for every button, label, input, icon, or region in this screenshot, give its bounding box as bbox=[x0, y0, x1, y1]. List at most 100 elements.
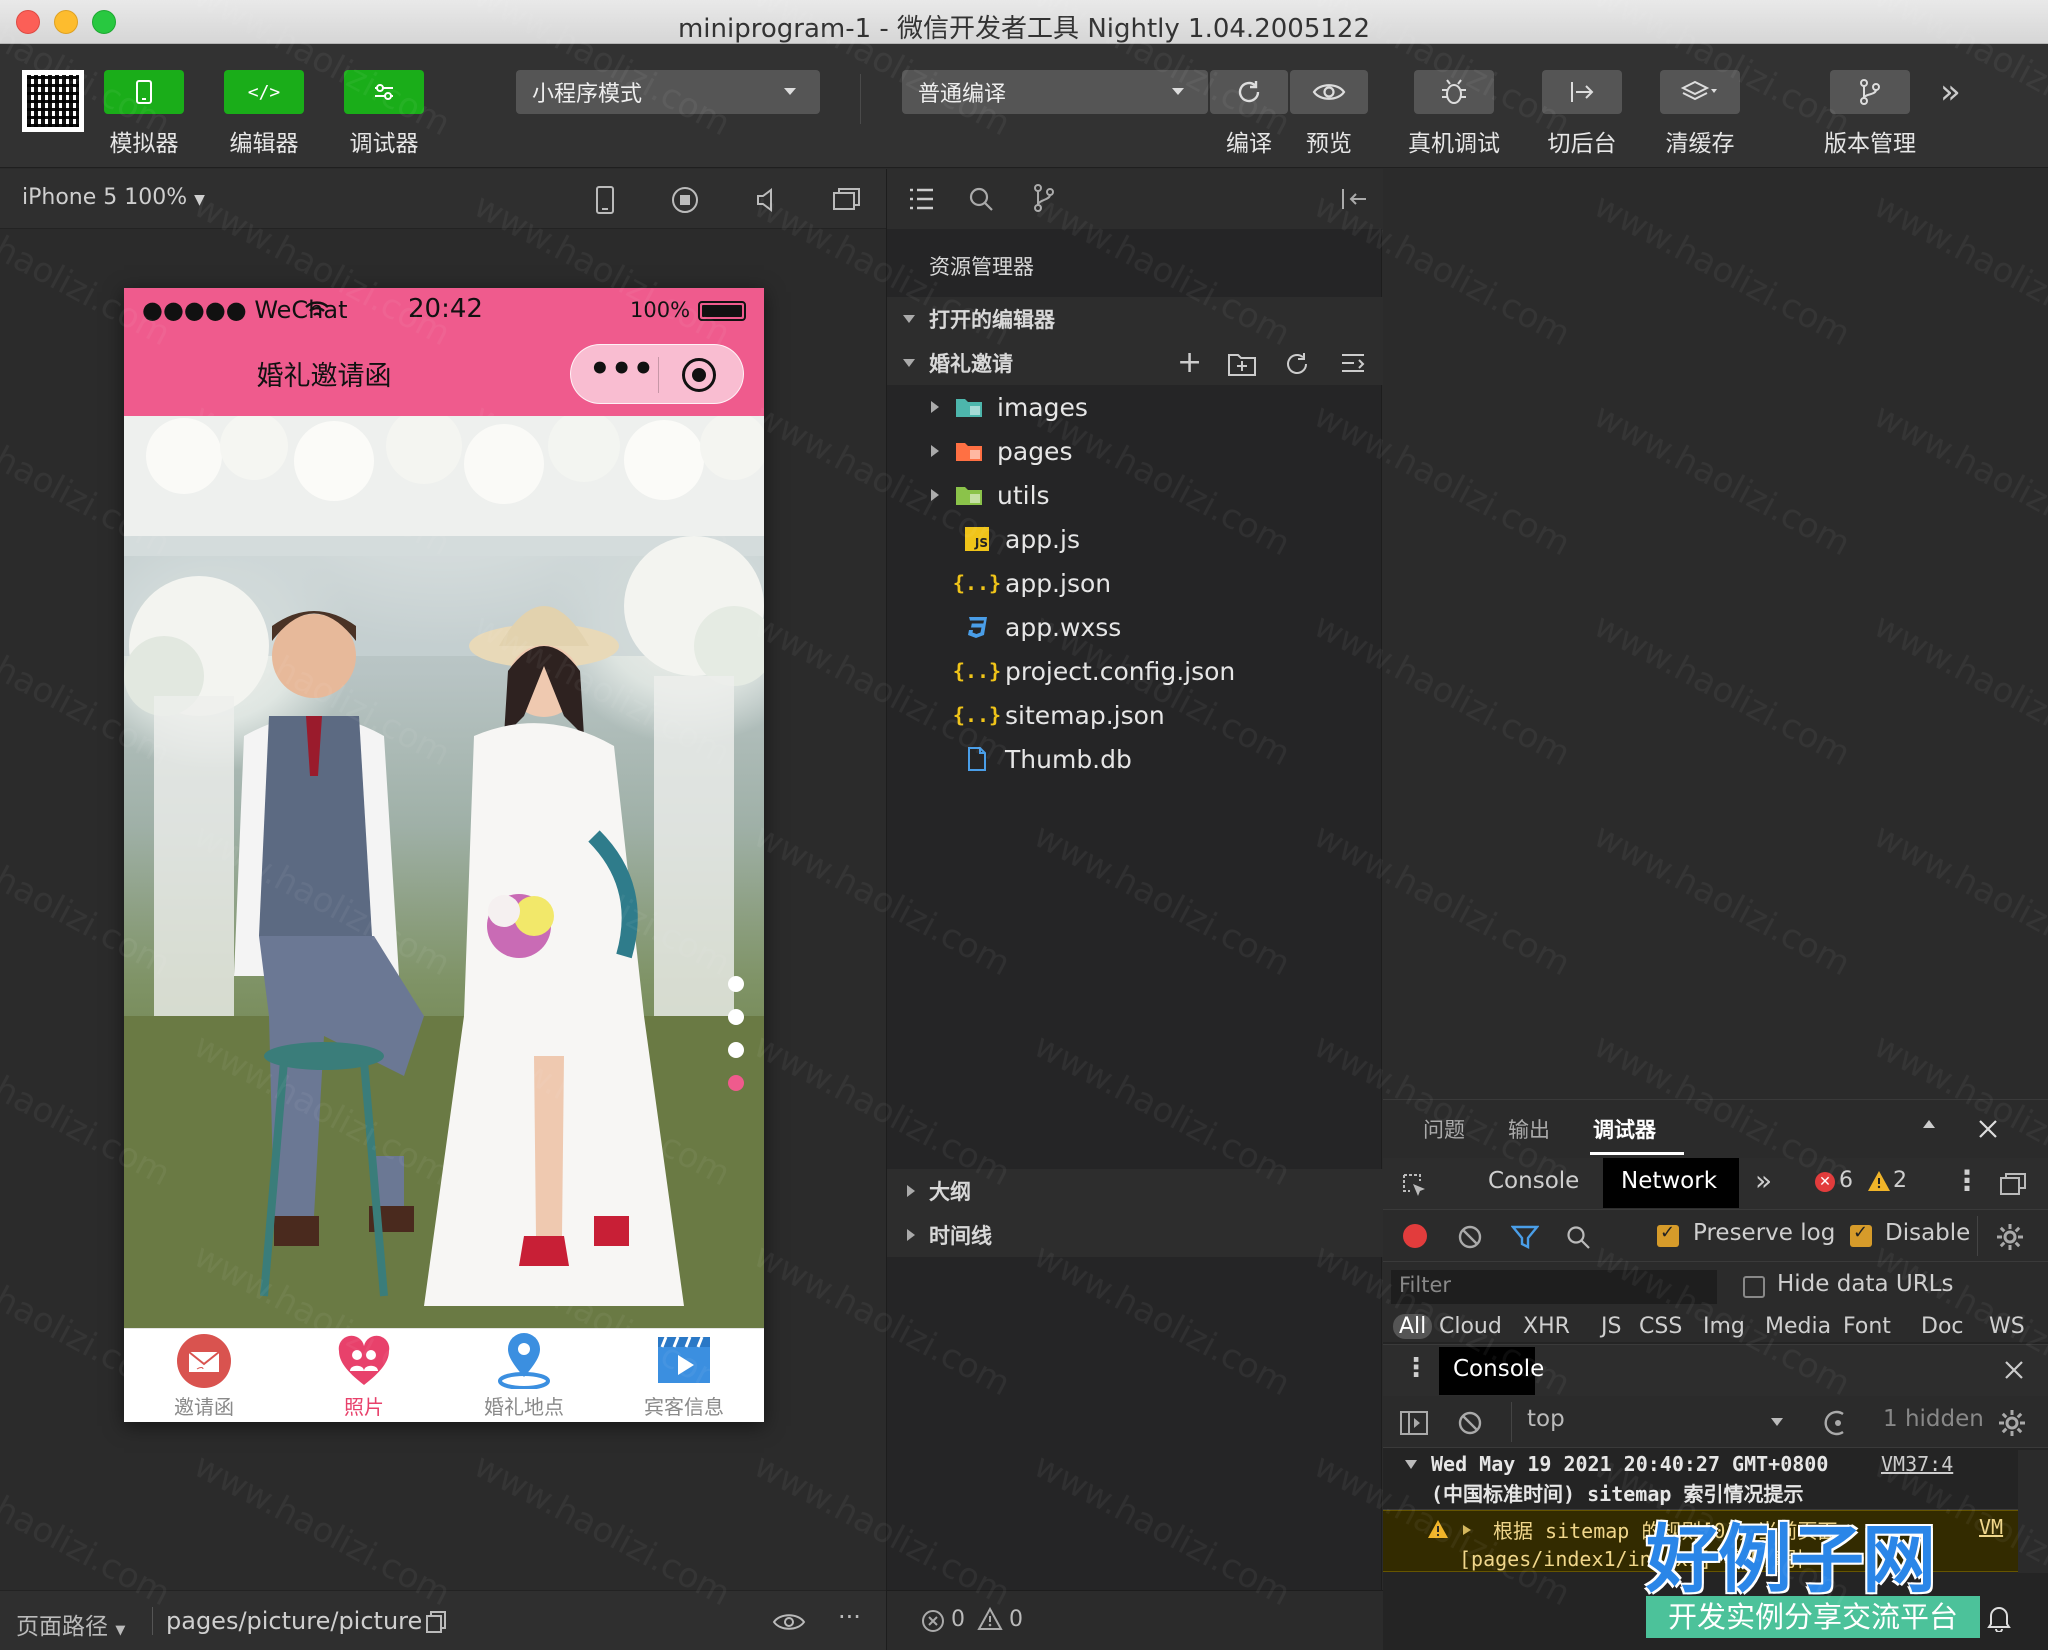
close-drawer-icon[interactable] bbox=[2003, 1359, 2025, 1381]
chevron-down-icon[interactable] bbox=[1771, 1418, 1783, 1426]
tree-file[interactable]: {..} app.json bbox=[887, 561, 1383, 605]
console-panel-tab[interactable]: Console bbox=[1488, 1168, 1579, 1194]
remote-debug-button[interactable] bbox=[1414, 70, 1494, 114]
clear-console-icon[interactable] bbox=[1457, 1410, 1483, 1436]
live-expression-icon[interactable] bbox=[1823, 1410, 1851, 1436]
avatar-qr-icon[interactable] bbox=[22, 70, 84, 132]
filter-funnel-icon[interactable] bbox=[1511, 1224, 1539, 1250]
type-filter-img[interactable]: Img bbox=[1703, 1314, 1745, 1339]
collapse-panel-icon[interactable] bbox=[1339, 185, 1369, 213]
console-drawer-tab[interactable]: Console bbox=[1439, 1347, 1544, 1395]
tree-file[interactable]: Thumb.db bbox=[887, 737, 1383, 781]
context-select[interactable]: top bbox=[1527, 1406, 1565, 1432]
version-control-button[interactable] bbox=[1830, 70, 1910, 114]
clear-cache-button[interactable] bbox=[1660, 70, 1740, 114]
kebab-menu-icon[interactable]: ⋮ bbox=[1953, 1164, 1981, 1197]
console-scrollbar[interactable] bbox=[2018, 1450, 2048, 1573]
tab-output[interactable]: 输出 bbox=[1508, 1114, 1550, 1144]
bell-icon[interactable] bbox=[1987, 1604, 2011, 1632]
hide-data-urls-checkbox[interactable] bbox=[1743, 1276, 1765, 1298]
expand-triangle-icon[interactable] bbox=[1405, 1460, 1417, 1469]
type-filter-cloud[interactable]: Cloud bbox=[1439, 1314, 1502, 1339]
tree-file[interactable]: JS app.js bbox=[887, 517, 1383, 561]
preview-button[interactable] bbox=[1290, 70, 1368, 114]
dock-window-icon[interactable] bbox=[1999, 1172, 2027, 1196]
type-filter-font[interactable]: Font bbox=[1843, 1314, 1891, 1339]
search-icon[interactable] bbox=[1565, 1224, 1591, 1250]
swiper-dot[interactable] bbox=[728, 1075, 744, 1091]
popout-window-icon[interactable] bbox=[830, 185, 862, 215]
tab-problems[interactable]: 问题 bbox=[1423, 1114, 1465, 1144]
swiper-dot[interactable] bbox=[728, 1042, 744, 1058]
debugger-toggle-button[interactable] bbox=[344, 70, 424, 114]
type-filter-js[interactable]: JS bbox=[1601, 1314, 1621, 1339]
drawer-menu-icon[interactable]: ⋮ bbox=[1403, 1353, 1429, 1383]
network-panel-tab[interactable]: Network bbox=[1603, 1158, 1739, 1208]
swiper-dot[interactable] bbox=[728, 1009, 744, 1025]
tab-location[interactable]: 婚礼地点 bbox=[444, 1329, 604, 1422]
error-circle-icon[interactable] bbox=[921, 1609, 945, 1633]
wedding-photo-swiper[interactable] bbox=[124, 416, 764, 1328]
tree-file[interactable]: app.wxss bbox=[887, 605, 1383, 649]
mode-select[interactable]: 小程序模式 bbox=[516, 70, 820, 114]
tree-folder[interactable]: pages bbox=[887, 429, 1383, 473]
sidebar-toggle-icon[interactable] bbox=[1399, 1410, 1429, 1436]
project-section[interactable]: 婚礼邀请 + bbox=[887, 341, 1383, 385]
type-filter-xhr[interactable]: XHR bbox=[1523, 1314, 1570, 1339]
new-file-icon[interactable]: + bbox=[1177, 345, 1202, 380]
device-select[interactable]: iPhone 5 100% ▼ bbox=[22, 185, 205, 210]
disable-cache-checkbox[interactable]: ✓ bbox=[1850, 1222, 1872, 1247]
compile-button[interactable] bbox=[1210, 70, 1288, 114]
open-editors-section[interactable]: 打开的编辑器 bbox=[887, 297, 1383, 341]
tree-file[interactable]: {..} sitemap.json bbox=[887, 693, 1383, 737]
console-settings-gear-icon[interactable] bbox=[1997, 1408, 2027, 1438]
phone-outline-icon[interactable] bbox=[592, 185, 618, 215]
filter-input[interactable]: Filter bbox=[1391, 1270, 1717, 1304]
copy-icon[interactable] bbox=[424, 1609, 448, 1635]
refresh-icon[interactable] bbox=[1283, 350, 1311, 378]
page-path-select[interactable]: 页面路径 ▼ bbox=[16, 1607, 125, 1641]
compile-mode-select[interactable]: 普通编译 bbox=[902, 70, 1208, 114]
simulator-toggle-button[interactable] bbox=[104, 70, 184, 114]
tree-folder[interactable]: utils bbox=[887, 473, 1383, 517]
tab-invitation[interactable]: 邀请函 bbox=[124, 1329, 284, 1422]
warning-triangle-icon[interactable] bbox=[977, 1607, 1003, 1631]
outline-section[interactable]: 大纲 bbox=[887, 1169, 1383, 1213]
stop-record-icon[interactable] bbox=[670, 185, 700, 215]
devtools-warning-count[interactable]: 2 bbox=[1893, 1168, 1907, 1193]
gear-icon[interactable] bbox=[1995, 1222, 2025, 1252]
volume-icon[interactable] bbox=[752, 185, 782, 215]
warning-source-link[interactable]: VM bbox=[1979, 1515, 2003, 1539]
expand-triangle-icon[interactable] bbox=[1463, 1525, 1471, 1535]
inspect-element-icon[interactable] bbox=[1401, 1172, 1429, 1200]
type-filter-css[interactable]: CSS bbox=[1639, 1314, 1682, 1339]
list-icon[interactable] bbox=[907, 185, 935, 213]
tab-debugger[interactable]: 调试器 bbox=[1593, 1114, 1656, 1144]
type-filter-all[interactable]: All bbox=[1393, 1314, 1433, 1339]
preserve-log-checkbox[interactable]: ✓ bbox=[1657, 1222, 1679, 1247]
footer-more-icon[interactable]: ··· bbox=[838, 1603, 861, 1631]
devtools-error-count[interactable]: 6 bbox=[1839, 1168, 1853, 1193]
chevron-up-icon[interactable] bbox=[1923, 1120, 1935, 1128]
clear-icon[interactable] bbox=[1457, 1224, 1483, 1250]
new-folder-icon[interactable] bbox=[1227, 351, 1257, 377]
type-filter-doc[interactable]: Doc bbox=[1921, 1314, 1964, 1339]
close-icon[interactable] bbox=[1977, 1118, 1999, 1140]
more-tools-icon[interactable]: » bbox=[1940, 72, 1961, 112]
search-icon[interactable] bbox=[967, 185, 995, 213]
tree-folder[interactable]: images bbox=[887, 385, 1383, 429]
switch-background-button[interactable] bbox=[1542, 70, 1622, 114]
record-icon[interactable] bbox=[1403, 1224, 1427, 1248]
editor-toggle-button[interactable]: </> bbox=[224, 70, 304, 114]
tab-photos[interactable]: 照片 bbox=[284, 1329, 444, 1422]
swiper-dot[interactable] bbox=[728, 976, 744, 992]
tree-file[interactable]: {..} project.config.json bbox=[887, 649, 1383, 693]
tab-guest-info[interactable]: 宾客信息 bbox=[604, 1329, 764, 1422]
log-source-link[interactable]: VM37:4 bbox=[1881, 1452, 1953, 1476]
type-filter-ws[interactable]: WS bbox=[1989, 1314, 2025, 1339]
timeline-section[interactable]: 时间线 bbox=[887, 1213, 1383, 1257]
eye-icon[interactable] bbox=[772, 1611, 806, 1633]
type-filter-media[interactable]: Media bbox=[1765, 1314, 1831, 1339]
more-panels-icon[interactable]: » bbox=[1755, 1164, 1772, 1197]
source-control-icon[interactable] bbox=[1031, 183, 1057, 213]
